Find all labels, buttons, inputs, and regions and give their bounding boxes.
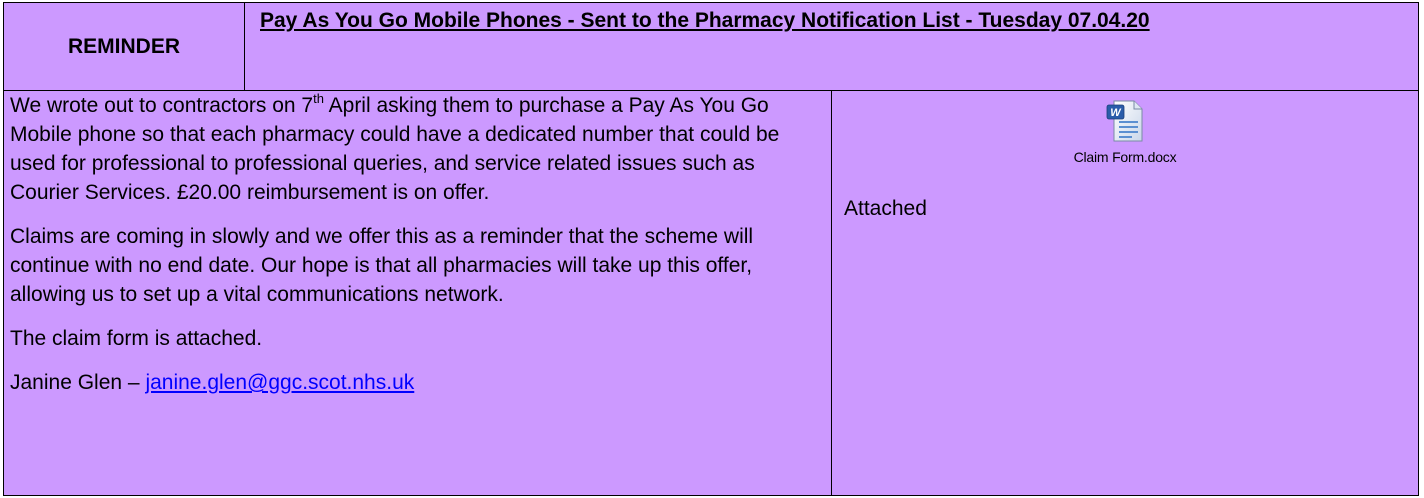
paragraph-intro: We wrote out to contractors on 7th April… (10, 91, 819, 207)
paragraph-attached-note: The claim form is attached. (10, 327, 263, 350)
contact-email-link[interactable]: janine.glen@ggc.scot.nhs.uk (145, 371, 414, 394)
page: REMINDER Pay As You Go Mobile Phones - S… (0, 0, 1424, 498)
contact-line: Janine Glen – janine.glen@ggc.scot.nhs.u… (10, 368, 819, 397)
notice-title-cell: Pay As You Go Mobile Phones - Sent to th… (244, 2, 1419, 91)
svg-text:W: W (1110, 107, 1122, 119)
date-ordinal: th (313, 91, 324, 106)
attachment-filename: Claim Form.docx (1073, 149, 1177, 165)
attachment-cell: W Claim Form.docx Attached (831, 90, 1419, 496)
reminder-label: REMINDER (3, 2, 245, 91)
paragraph-claims: Claims are coming in slowly and we offer… (10, 225, 754, 306)
content-row: We wrote out to contractors on 7th April… (3, 90, 1419, 496)
notice-body: We wrote out to contractors on 7th April… (3, 90, 832, 496)
attachment-status: Attached (844, 197, 927, 220)
header-row: REMINDER Pay As You Go Mobile Phones - S… (3, 2, 1419, 91)
notice-table: REMINDER Pay As You Go Mobile Phones - S… (3, 2, 1419, 496)
attachment-file[interactable]: W Claim Form.docx (1074, 99, 1177, 165)
contact-name: Janine Glen – (10, 371, 146, 394)
intro-text-start: We wrote out to contractors on 7 (10, 94, 314, 117)
word-document-icon: W (1106, 100, 1143, 142)
notice-title: Pay As You Go Mobile Phones - Sent to th… (260, 9, 1150, 32)
